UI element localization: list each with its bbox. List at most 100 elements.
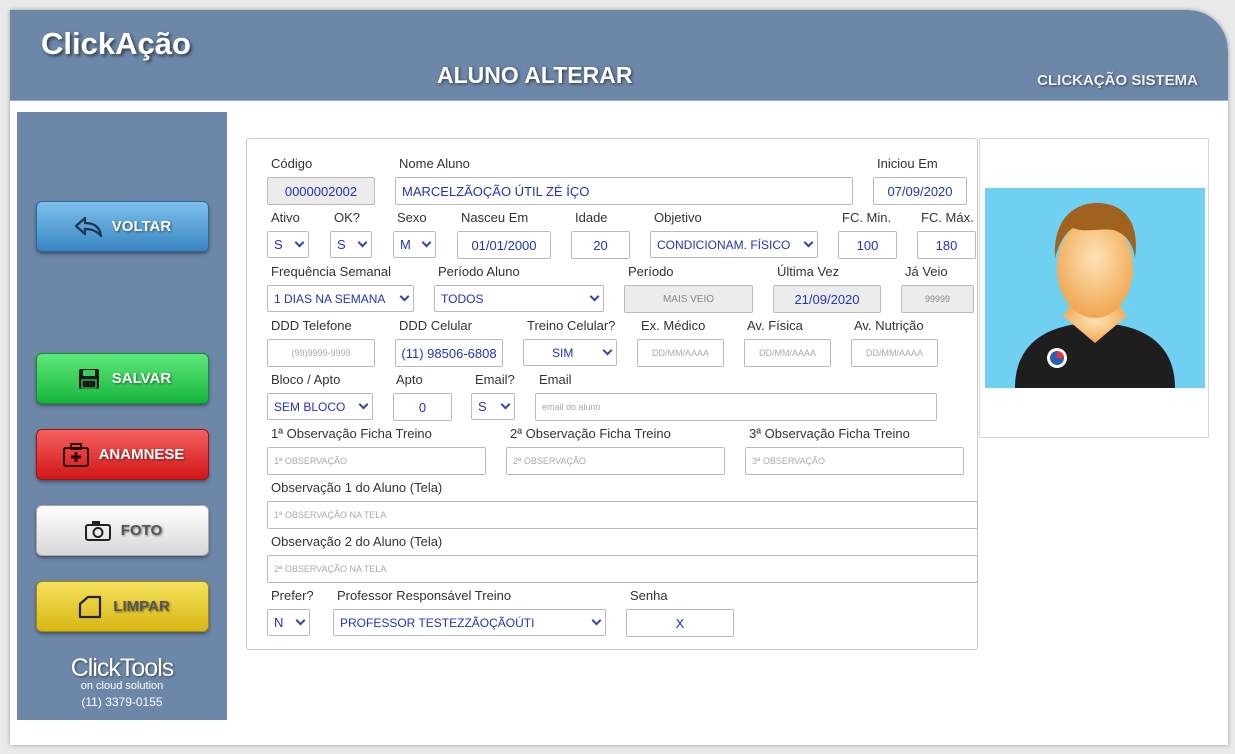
iniciou-field[interactable]: 07/09/2020 [873, 177, 967, 205]
obs1-field[interactable]: 1ª OBSERVAÇÃO [267, 447, 486, 475]
fc-min-field[interactable]: 100 [838, 231, 897, 259]
av-nutricao-field[interactable]: DD/MM/AAAA [851, 339, 938, 367]
senha-label: Senha [630, 588, 668, 603]
eraser-icon [75, 594, 105, 620]
professor-label: Professor Responsável Treino [337, 588, 512, 603]
anamnese-label: ANAMNESE [98, 446, 185, 463]
senha-field[interactable]: X [626, 609, 734, 637]
obs-tela2-field[interactable]: 2ª OBSERVAÇÃO NA TELA [267, 555, 978, 583]
fc-max-field[interactable]: 180 [917, 231, 976, 259]
ok-label: OK? [334, 210, 361, 225]
periodo-label: Período [628, 264, 674, 279]
voltar-label: VOLTAR [111, 218, 172, 235]
chevron-down-icon [295, 615, 306, 626]
ddd-telefone-field[interactable]: (99)9999-9999 [267, 339, 375, 367]
codigo-label: Código [271, 156, 313, 171]
obs2-label: 2ª Observação Ficha Treino [510, 426, 671, 441]
nome-label: Nome Aluno [399, 156, 470, 171]
fc-min-label: FC. Min. [842, 210, 892, 225]
header-bar: ClickAção ALUNO ALTERAR CLICKAÇÃO SISTEM… [10, 10, 1228, 101]
apto-field[interactable]: 0 [393, 393, 452, 421]
nome-field[interactable]: MARCELZÃOÇÃO ÚTIL ZÉ ÍÇO [395, 177, 853, 205]
clicktools-name: ClickTools [70, 654, 175, 682]
prefer-label: Prefer? [271, 588, 314, 603]
camera-icon [83, 518, 113, 544]
foto-label: FOTO [120, 522, 163, 539]
ex-medico-label: Ex. Médico [641, 318, 706, 333]
obs3-field[interactable]: 3ª OBSERVAÇÃO [745, 447, 964, 475]
ok-value: S [337, 237, 346, 252]
nasceu-field[interactable]: 01/01/2000 [457, 231, 551, 259]
objetivo-label: Objetivo [654, 210, 702, 225]
limpar-label: LIMPAR [113, 598, 170, 615]
student-photo [985, 188, 1205, 388]
limpar-button[interactable]: LIMPAR [36, 581, 209, 632]
treino-celular-label: Treino Celular? [527, 318, 616, 333]
idade-field[interactable]: 20 [571, 231, 630, 259]
av-fisica-field[interactable]: DD/MM/AAAA [744, 339, 831, 367]
ultima-vez-label: Última Vez [777, 264, 840, 279]
back-arrow-icon [74, 214, 104, 240]
treino-celular-select[interactable]: SIM [523, 339, 617, 366]
fc-max-label: FC. Máx. [921, 210, 974, 225]
brand-title: ClickAção [41, 26, 191, 61]
codigo-field: 0000002002 [267, 177, 375, 205]
chevron-down-icon [421, 237, 432, 248]
obs1-label: 1ª Observação Ficha Treino [271, 426, 432, 441]
foto-button[interactable]: FOTO [36, 505, 209, 556]
ok-select[interactable]: S [330, 231, 372, 258]
av-fisica-label: Av. Física [747, 318, 803, 333]
salvar-label: SALVAR [111, 370, 172, 387]
anamnese-button[interactable]: ANAMNESE [36, 429, 209, 480]
frequencia-select[interactable]: 1 DIAS NA SEMANA [267, 285, 414, 312]
obs-tela1-label: Observação 1 do Aluno (Tela) [271, 480, 443, 495]
chevron-down-icon [399, 291, 410, 302]
student-form: Código Nome Aluno Iniciou Em 0000002002 … [246, 138, 978, 650]
treino-celular-value: SIM [552, 345, 574, 360]
ddd-celular-field[interactable]: (11) 98506-6808 [395, 339, 503, 367]
ultima-vez-field: 21/09/2020 [773, 285, 881, 313]
sexo-value: M [400, 237, 411, 252]
periodo-field: MAIS VEIO [624, 285, 753, 313]
sexo-select[interactable]: M [393, 231, 436, 258]
bloco-label: Bloco / Apto [271, 372, 341, 387]
page-title: ALUNO ALTERAR [437, 62, 633, 88]
prefer-value: N [274, 615, 284, 630]
ex-medico-field[interactable]: DD/MM/AAAA [637, 339, 724, 367]
prefer-select[interactable]: N [267, 609, 310, 636]
clicktools-phone: (11) 3379-0155 [81, 695, 163, 709]
clicktools-logo: ClickTools on cloud solution (11) 3379-0… [17, 655, 227, 709]
obs-tela2-label: Observação 2 do Aluno (Tela) [271, 534, 443, 549]
apto-label: Apto [396, 372, 423, 387]
professor-select[interactable]: PROFESSOR TESTEZZÃOÇÃOÚTI [333, 609, 606, 636]
objetivo-select[interactable]: CONDICIONAM. FÍSICO [650, 231, 818, 258]
ja-veio-label: Já Veio [905, 264, 948, 279]
chevron-down-icon [500, 399, 511, 410]
email-optin-label: Email? [475, 372, 515, 387]
sidebar: VOLTAR SALVAR ANAMNESE FOTO LIMPAR Click… [17, 112, 227, 720]
obs3-label: 3ª Observação Ficha Treino [749, 426, 910, 441]
periodo-aluno-value: TODOS [441, 291, 484, 306]
chevron-down-icon [358, 399, 369, 410]
chevron-down-icon [294, 237, 305, 248]
av-nutricao-label: Av. Nutrição [854, 318, 924, 333]
ja-veio-field: 99999 [901, 285, 974, 313]
clicktools-tagline: on cloud solution [80, 680, 164, 692]
ddd-celular-label: DDD Celular [399, 318, 472, 333]
salvar-button[interactable]: SALVAR [36, 353, 209, 404]
ativo-select[interactable]: S [267, 231, 309, 258]
obs2-field[interactable]: 2ª OBSERVAÇÃO [506, 447, 725, 475]
iniciou-label: Iniciou Em [877, 156, 938, 171]
photo-panel [979, 138, 1209, 438]
email-optin-select[interactable]: S [471, 393, 515, 420]
voltar-button[interactable]: VOLTAR [36, 201, 209, 252]
bloco-select[interactable]: SEM BLOCO [267, 393, 373, 420]
email-field[interactable]: email do aluno [535, 393, 937, 421]
email-optin-value: S [478, 399, 487, 414]
chevron-down-icon [591, 615, 602, 626]
floppy-disk-icon [74, 366, 104, 392]
periodo-aluno-select[interactable]: TODOS [434, 285, 604, 312]
idade-label: Idade [575, 210, 608, 225]
obs-tela1-field[interactable]: 1ª OBSERVAÇÃO NA TELA [267, 501, 978, 529]
frequencia-value: 1 DIAS NA SEMANA [274, 291, 386, 306]
